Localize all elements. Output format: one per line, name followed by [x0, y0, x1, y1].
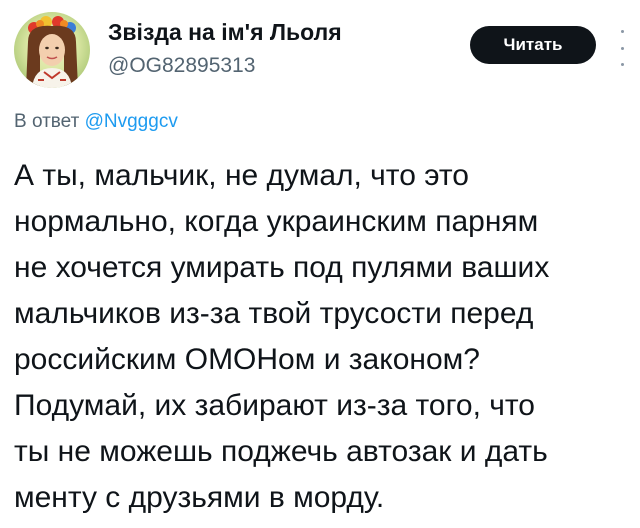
- avatar[interactable]: [14, 12, 90, 88]
- more-options-icon[interactable]: [616, 30, 628, 66]
- display-name[interactable]: Звізда на ім'я Льоля: [108, 18, 342, 46]
- tweet-text-line: Подумай, их забирают из-за того, что: [14, 389, 535, 422]
- tweet-text-line: менту с друзьями в морду.: [14, 481, 385, 514]
- follow-button[interactable]: Читать: [470, 26, 596, 64]
- dot: [620, 30, 624, 33]
- user-handle[interactable]: @OG82895313: [108, 52, 342, 80]
- tweet-text-line: ты не можешь поджечь автозак и дать: [14, 435, 548, 468]
- tweet-text-line: не хочется умирать под пулями ваших: [14, 251, 550, 284]
- tweet-card: Звізда на ім'я Льоля @OG82895313 Читать …: [0, 0, 640, 528]
- tweet-text-line: нормально, когда украинским парням: [14, 205, 539, 238]
- tweet-text-line: российским ОМОНом и законом?: [14, 343, 480, 376]
- user-names: Звізда на ім'я Льоля @OG82895313: [108, 18, 342, 80]
- reply-context: В ответ @Nvgggcv: [14, 110, 178, 134]
- reply-target-link[interactable]: @Nvgggcv: [85, 111, 178, 132]
- dot: [620, 63, 624, 66]
- tweet-text-line: мальчиков из-за твой трусости перед: [14, 297, 534, 330]
- dot: [620, 46, 624, 50]
- reply-prefix: В ответ: [14, 111, 80, 132]
- avatar-image: [26, 16, 78, 88]
- tweet-text: А ты, мальчик, не думал, что это нормаль…: [14, 153, 636, 521]
- tweet-text-line: А ты, мальчик, не думал, что это: [14, 159, 469, 192]
